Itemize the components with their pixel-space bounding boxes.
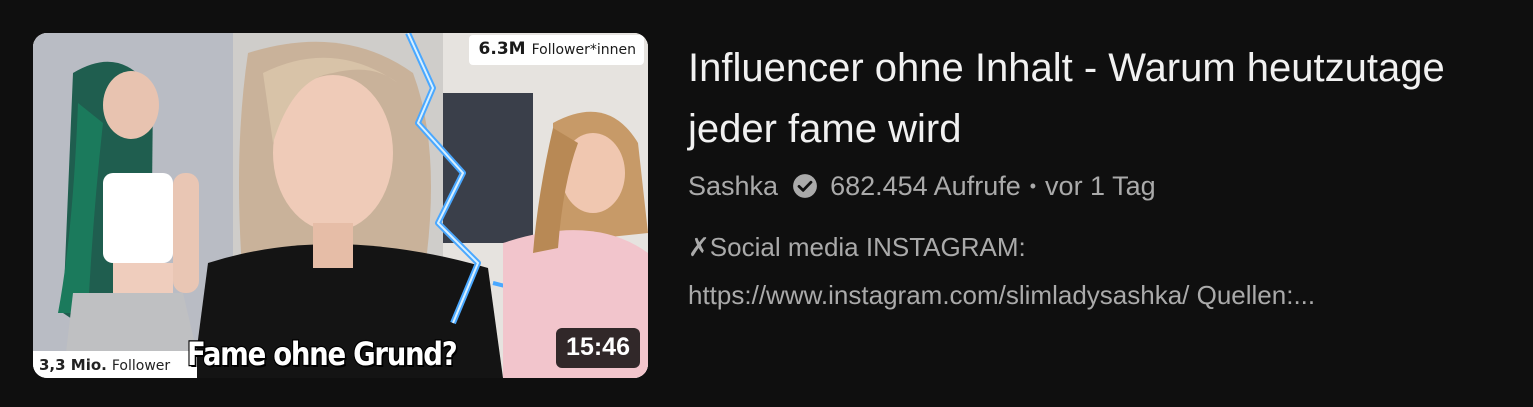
video-result-row[interactable]: 6.3M Follower*innen 3,3 Mio. Follower Fame… [0, 0, 1533, 407]
video-byline: Sashka 682.454 Aufrufe • vor 1 Tag [688, 166, 1488, 206]
video-duration-badge: 15:46 [556, 328, 640, 368]
thumbnail-follower-badge-bottom: 3,3 Mio. Follower [33, 351, 197, 378]
video-metadata: Influencer ohne Inhalt - Warum heutzutag… [688, 38, 1488, 319]
thumbnail-follower-label-bottom: Follower [111, 358, 171, 374]
thumbnail-follower-label-top: Follower*innen [531, 42, 636, 58]
description-line-1: ✗Social media INSTAGRAM: [688, 232, 1026, 262]
meta-separator: • [1029, 175, 1037, 196]
thumbnail-follower-count-top: 6.3M [478, 39, 526, 59]
description-line-2: https://www.instagram.com/slimladysashka… [688, 280, 1316, 310]
check-circle-icon [793, 174, 817, 198]
video-thumbnail[interactable]: 6.3M Follower*innen 3,3 Mio. Follower Fame… [33, 33, 648, 378]
thumbnail-follower-count-bottom: 3,3 Mio. [39, 356, 107, 374]
thumbnail-artwork [33, 33, 648, 378]
thumbnail-follower-badge-top: 6.3M Follower*innen [468, 35, 644, 65]
video-description-snippet: ✗Social media INSTAGRAM: https://www.ins… [688, 223, 1448, 319]
video-title[interactable]: Influencer ohne Inhalt - Warum heutzutag… [688, 38, 1488, 160]
thumbnail-caption: Fame ohne Grund? [186, 334, 459, 375]
upload-age: vor 1 Tag [1045, 170, 1156, 201]
view-count: 682.454 Aufrufe [830, 170, 1021, 201]
channel-name[interactable]: Sashka [688, 171, 778, 202]
